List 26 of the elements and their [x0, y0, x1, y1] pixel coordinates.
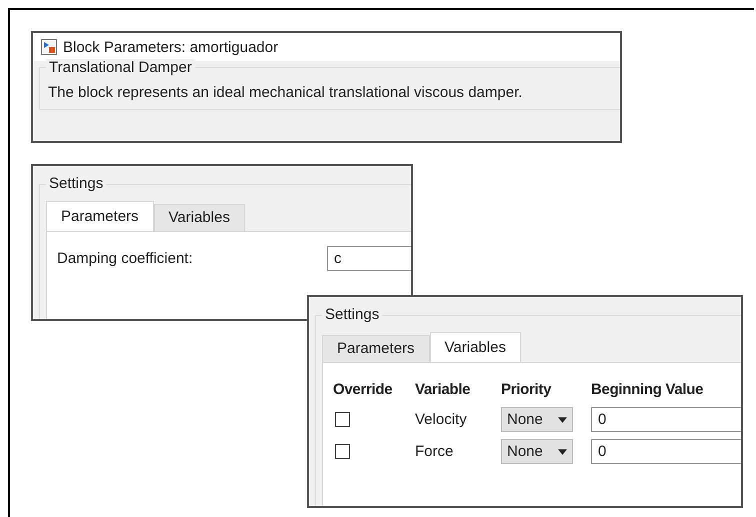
priority-dropdown[interactable]: None — [501, 439, 573, 464]
column-header: Variable — [415, 381, 472, 398]
caret-icon — [558, 448, 567, 454]
checkbox[interactable] — [335, 412, 350, 427]
block-icon — [41, 39, 57, 55]
tab[interactable]: Parameters — [322, 335, 430, 362]
variable-name: Velocity — [415, 411, 468, 428]
group-title: Settings — [46, 175, 106, 193]
column-header: Beginning Value — [591, 381, 704, 398]
tab[interactable]: Parameters — [46, 201, 154, 231]
checkbox[interactable] — [335, 444, 350, 459]
caret-icon — [558, 416, 567, 422]
variable-name: Force — [415, 443, 454, 460]
parameter-label: Damping coefficient: — [57, 250, 194, 267]
priority-dropdown[interactable]: None — [501, 407, 573, 432]
column-header: Priority — [501, 381, 552, 398]
input-field[interactable]: 0 — [591, 439, 741, 464]
input-field[interactable]: 0 — [591, 407, 741, 432]
column-header: Override — [333, 381, 394, 398]
window-title: Block Parameters: amortiguador — [63, 38, 278, 56]
tab[interactable]: Variables — [430, 332, 521, 362]
input-field[interactable]: c — [327, 246, 411, 271]
description-text: The block represents an ideal mechanical translational viscous damper. — [48, 84, 522, 101]
tab[interactable]: Variables — [154, 204, 245, 231]
group-title: Settings — [322, 306, 382, 324]
group-title: Translational Damper — [46, 59, 195, 77]
